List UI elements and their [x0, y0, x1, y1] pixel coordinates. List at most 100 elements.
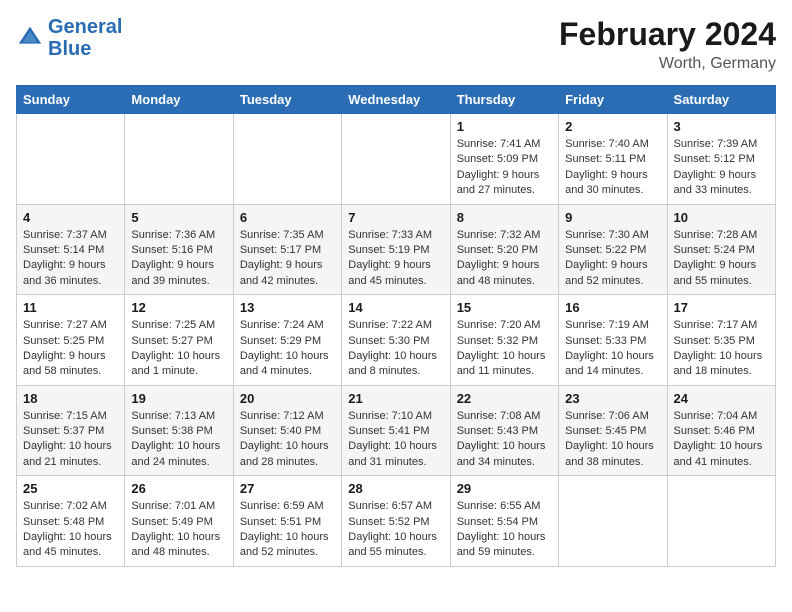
cell-content: Sunrise: 7:33 AMSunset: 5:19 PMDaylight:…	[348, 228, 443, 290]
day-number: 19	[131, 391, 226, 406]
day-number: 25	[23, 481, 118, 496]
cell-content: Sunrise: 7:41 AMSunset: 5:09 PMDaylight:…	[457, 137, 552, 199]
calendar-cell: 4 Sunrise: 7:37 AMSunset: 5:14 PMDaylight…	[17, 204, 125, 295]
calendar-cell: 11Sunrise: 7:27 AMSunset: 5:25 PMDayligh…	[17, 295, 125, 386]
cell-content: Sunrise: 7:06 AMSunset: 5:45 PMDaylight:…	[565, 409, 660, 471]
day-number: 7	[348, 210, 443, 225]
cell-content: Sunrise: 7:35 AMSunset: 5:17 PMDaylight:…	[240, 228, 335, 290]
day-number: 4	[23, 210, 118, 225]
calendar-cell: 10 Sunrise: 7:28 AMSunset: 5:24 PMDayligh…	[667, 204, 775, 295]
calendar-cell: 21 Sunrise: 7:10 AMSunset: 5:41 PMDayligh…	[342, 385, 450, 476]
column-header-saturday: Saturday	[667, 86, 775, 114]
calendar-cell	[125, 114, 233, 205]
day-number: 10	[674, 210, 769, 225]
calendar-cell: 13 Sunrise: 7:24 AMSunset: 5:29 PMDayligh…	[233, 295, 341, 386]
cell-content: Sunrise: 7:12 AMSunset: 5:40 PMDaylight:…	[240, 409, 335, 471]
calendar-cell: 9 Sunrise: 7:30 AMSunset: 5:22 PMDaylight…	[559, 204, 667, 295]
cell-content: Sunrise: 7:15 AMSunset: 5:37 PMDaylight:…	[23, 409, 118, 471]
calendar-cell: 1 Sunrise: 7:41 AMSunset: 5:09 PMDaylight…	[450, 114, 558, 205]
calendar-cell: 20Sunrise: 7:12 AMSunset: 5:40 PMDayligh…	[233, 385, 341, 476]
calendar-cell: 27 Sunrise: 6:59 AMSunset: 5:51 PMDayligh…	[233, 476, 341, 567]
cell-content: Sunrise: 7:04 AMSunset: 5:46 PMDaylight:…	[674, 409, 769, 471]
day-number: 18	[23, 391, 118, 406]
calendar-body: 1 Sunrise: 7:41 AMSunset: 5:09 PMDaylight…	[17, 114, 776, 567]
column-header-thursday: Thursday	[450, 86, 558, 114]
page-header: General Blue February 2024 Worth, German…	[16, 16, 776, 73]
day-number: 8	[457, 210, 552, 225]
week-row-3: 11Sunrise: 7:27 AMSunset: 5:25 PMDayligh…	[17, 295, 776, 386]
cell-content: Sunrise: 7:30 AMSunset: 5:22 PMDaylight:…	[565, 228, 660, 290]
cell-content: Sunrise: 7:20 AMSunset: 5:32 PMDaylight:…	[457, 318, 552, 380]
cell-content: Sunrise: 6:57 AMSunset: 5:52 PMDaylight:…	[348, 499, 443, 561]
calendar-cell: 28 Sunrise: 6:57 AMSunset: 5:52 PMDayligh…	[342, 476, 450, 567]
day-number: 11	[23, 300, 118, 315]
week-row-2: 4 Sunrise: 7:37 AMSunset: 5:14 PMDaylight…	[17, 204, 776, 295]
cell-content: Sunrise: 7:24 AMSunset: 5:29 PMDaylight:…	[240, 318, 335, 380]
calendar-cell: 23 Sunrise: 7:06 AMSunset: 5:45 PMDayligh…	[559, 385, 667, 476]
day-number: 2	[565, 119, 660, 134]
calendar-cell	[17, 114, 125, 205]
column-header-sunday: Sunday	[17, 86, 125, 114]
column-header-wednesday: Wednesday	[342, 86, 450, 114]
calendar-cell: 18 Sunrise: 7:15 AMSunset: 5:37 PMDayligh…	[17, 385, 125, 476]
cell-content: Sunrise: 7:25 AMSunset: 5:27 PMDaylight:…	[131, 318, 226, 380]
day-number: 3	[674, 119, 769, 134]
cell-content: Sunrise: 7:13 AMSunset: 5:38 PMDaylight:…	[131, 409, 226, 471]
calendar-location: Worth, Germany	[559, 55, 776, 73]
day-number: 24	[674, 391, 769, 406]
calendar-cell: 8 Sunrise: 7:32 AMSunset: 5:20 PMDaylight…	[450, 204, 558, 295]
day-number: 1	[457, 119, 552, 134]
cell-content: Sunrise: 7:17 AMSunset: 5:35 PMDaylight:…	[674, 318, 769, 380]
calendar-cell: 22Sunrise: 7:08 AMSunset: 5:43 PMDayligh…	[450, 385, 558, 476]
calendar-title: February 2024	[559, 16, 776, 53]
cell-content: Sunrise: 7:39 AMSunset: 5:12 PMDaylight:…	[674, 137, 769, 199]
logo-icon	[16, 24, 44, 52]
calendar-cell	[667, 476, 775, 567]
cell-content: Sunrise: 7:10 AMSunset: 5:41 PMDaylight:…	[348, 409, 443, 471]
calendar-cell: 12 Sunrise: 7:25 AMSunset: 5:27 PMDayligh…	[125, 295, 233, 386]
calendar-cell	[559, 476, 667, 567]
cell-content: Sunrise: 7:08 AMSunset: 5:43 PMDaylight:…	[457, 409, 552, 471]
calendar-cell: 19 Sunrise: 7:13 AMSunset: 5:38 PMDayligh…	[125, 385, 233, 476]
day-number: 17	[674, 300, 769, 315]
column-header-tuesday: Tuesday	[233, 86, 341, 114]
day-number: 15	[457, 300, 552, 315]
calendar-header: SundayMondayTuesdayWednesdayThursdayFrid…	[17, 86, 776, 114]
cell-content: Sunrise: 7:28 AMSunset: 5:24 PMDaylight:…	[674, 228, 769, 290]
day-number: 27	[240, 481, 335, 496]
day-number: 16	[565, 300, 660, 315]
week-row-5: 25Sunrise: 7:02 AMSunset: 5:48 PMDayligh…	[17, 476, 776, 567]
title-block: February 2024 Worth, Germany	[559, 16, 776, 73]
calendar-cell: 16 Sunrise: 7:19 AMSunset: 5:33 PMDayligh…	[559, 295, 667, 386]
calendar-table: SundayMondayTuesdayWednesdayThursdayFrid…	[16, 85, 776, 567]
calendar-cell: 26Sunrise: 7:01 AMSunset: 5:49 PMDayligh…	[125, 476, 233, 567]
day-number: 5	[131, 210, 226, 225]
header-row: SundayMondayTuesdayWednesdayThursdayFrid…	[17, 86, 776, 114]
day-number: 23	[565, 391, 660, 406]
logo-general: General	[48, 16, 122, 38]
cell-content: Sunrise: 7:37 AMSunset: 5:14 PMDaylight:…	[23, 228, 118, 290]
calendar-cell: 29 Sunrise: 6:55 AMSunset: 5:54 PMDayligh…	[450, 476, 558, 567]
day-number: 26	[131, 481, 226, 496]
cell-content: Sunrise: 7:22 AMSunset: 5:30 PMDaylight:…	[348, 318, 443, 380]
cell-content: Sunrise: 7:32 AMSunset: 5:20 PMDaylight:…	[457, 228, 552, 290]
day-number: 13	[240, 300, 335, 315]
day-number: 9	[565, 210, 660, 225]
week-row-4: 18 Sunrise: 7:15 AMSunset: 5:37 PMDayligh…	[17, 385, 776, 476]
day-number: 28	[348, 481, 443, 496]
day-number: 6	[240, 210, 335, 225]
cell-content: Sunrise: 6:59 AMSunset: 5:51 PMDaylight:…	[240, 499, 335, 561]
day-number: 14	[348, 300, 443, 315]
calendar-cell: 15 Sunrise: 7:20 AMSunset: 5:32 PMDayligh…	[450, 295, 558, 386]
cell-content: Sunrise: 6:55 AMSunset: 5:54 PMDaylight:…	[457, 499, 552, 561]
calendar-cell: 7 Sunrise: 7:33 AMSunset: 5:19 PMDaylight…	[342, 204, 450, 295]
calendar-cell	[342, 114, 450, 205]
day-number: 21	[348, 391, 443, 406]
calendar-cell: 3 Sunrise: 7:39 AMSunset: 5:12 PMDaylight…	[667, 114, 775, 205]
day-number: 12	[131, 300, 226, 315]
column-header-friday: Friday	[559, 86, 667, 114]
day-number: 29	[457, 481, 552, 496]
week-row-1: 1 Sunrise: 7:41 AMSunset: 5:09 PMDaylight…	[17, 114, 776, 205]
calendar-cell: 6 Sunrise: 7:35 AMSunset: 5:17 PMDaylight…	[233, 204, 341, 295]
cell-content: Sunrise: 7:19 AMSunset: 5:33 PMDaylight:…	[565, 318, 660, 380]
